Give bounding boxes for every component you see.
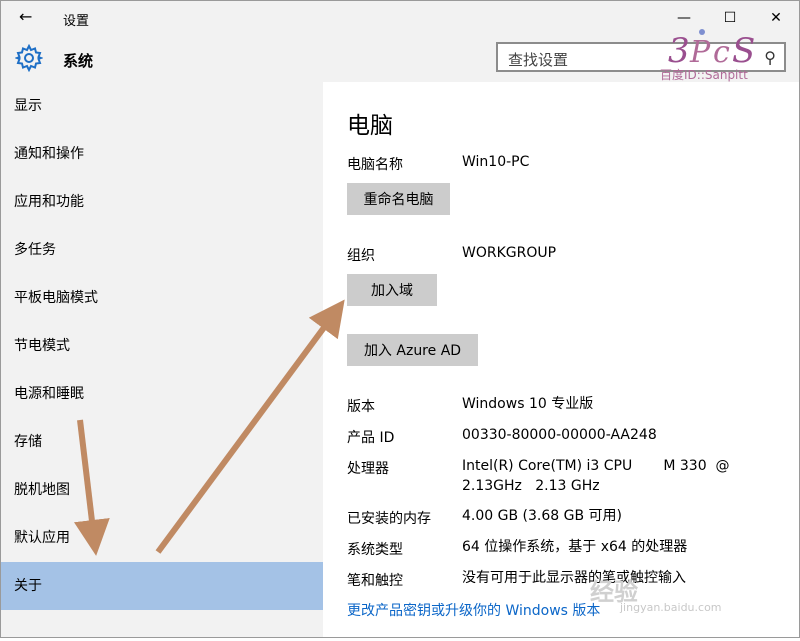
settings-window: ← 设置 — ☐ ✕ 系统 查找设置 ⚲ 显示 通知和操作 应用和功能 多任务 …: [0, 0, 800, 638]
sidebar-item-label: 关于: [14, 578, 42, 594]
sidebar-item-label: 脱机地图: [14, 482, 70, 498]
sidebar-item-default-apps[interactable]: 默认应用: [1, 514, 323, 562]
system-type-label: 系统类型: [347, 542, 403, 558]
sidebar-item-about[interactable]: 关于: [1, 562, 323, 610]
watermark-url: jingyan.baidu.com: [620, 601, 722, 614]
sidebar-item-apps[interactable]: 应用和功能: [1, 178, 323, 226]
sidebar-item-multitasking[interactable]: 多任务: [1, 226, 323, 274]
processor-value-line2: 2.13GHz 2.13 GHz: [462, 478, 600, 494]
pen-touch-label: 笔和触控: [347, 573, 403, 589]
sidebar-item-label: 平板电脑模式: [14, 290, 98, 306]
product-id-label: 产品 ID: [347, 430, 395, 446]
pc-name-value: Win10-PC: [462, 154, 530, 170]
sidebar-item-storage[interactable]: 存储: [1, 418, 323, 466]
section-title: 系统: [63, 52, 94, 70]
sidebar-item-label: 存储: [14, 434, 42, 450]
org-label: 组织: [347, 248, 375, 264]
sidebar-item-battery-saver[interactable]: 节电模式: [1, 322, 323, 370]
system-type-value: 64 位操作系统，基于 x64 的处理器: [462, 539, 688, 555]
sidebar-item-power-sleep[interactable]: 电源和睡眠: [1, 370, 323, 418]
sidebar-item-tablet-mode[interactable]: 平板电脑模式: [1, 274, 323, 322]
change-product-key-link[interactable]: 更改产品密钥或升级你的 Windows 版本: [347, 600, 600, 620]
processor-value-line1: Intel(R) Core(TM) i3 CPU M 330 @: [462, 458, 730, 474]
join-azure-ad-button[interactable]: 加入 Azure AD: [347, 334, 478, 366]
rename-pc-button[interactable]: 重命名电脑: [347, 183, 450, 215]
pen-touch-value: 没有可用于此显示器的笔或触控输入: [462, 570, 686, 586]
sidebar-item-label: 默认应用: [14, 530, 70, 546]
search-placeholder: 查找设置: [508, 51, 569, 69]
sidebar-item-label: 多任务: [14, 242, 56, 258]
sidebar-item-label: 电源和睡眠: [14, 386, 84, 402]
ram-value: 4.00 GB (3.68 GB 可用): [462, 508, 622, 524]
sidebar-item-notifications[interactable]: 通知和操作: [1, 130, 323, 178]
back-arrow-icon[interactable]: ←: [19, 7, 32, 26]
window-title: 设置: [63, 14, 90, 29]
watermark-user-id: 百度ID::Sanpitt: [660, 68, 748, 82]
about-panel: 电脑 电脑名称 Win10-PC 重命名电脑 组织 WORKGROUP 加入域 …: [323, 82, 799, 637]
page-title: 电脑: [347, 113, 393, 139]
edition-label: 版本: [347, 399, 375, 415]
svg-text:S: S: [732, 31, 755, 71]
org-value: WORKGROUP: [462, 245, 557, 261]
svg-text:3: 3: [668, 31, 690, 71]
processor-label: 处理器: [347, 461, 389, 477]
edition-value: Windows 10 专业版: [462, 396, 594, 412]
pc-name-label: 电脑名称: [347, 157, 403, 173]
sidebar-item-label: 节电模式: [14, 338, 70, 354]
sidebar-item-label: 应用和功能: [14, 194, 84, 210]
svg-text:P: P: [689, 35, 711, 70]
sidebar-item-label: 通知和操作: [14, 146, 84, 162]
sidebar: 显示 通知和操作 应用和功能 多任务 平板电脑模式 节电模式 电源和睡眠 存储 …: [1, 82, 323, 637]
join-domain-button[interactable]: 加入域: [347, 274, 437, 306]
svg-text:c: c: [713, 35, 730, 70]
product-id-value: 00330-80000-00000-AA248: [462, 427, 657, 443]
sidebar-item-label: 显示: [14, 98, 42, 114]
ram-label: 已安装的内存: [347, 511, 431, 527]
sidebar-item-offline-maps[interactable]: 脱机地图: [1, 466, 323, 514]
gear-icon: [15, 44, 43, 72]
sidebar-item-display[interactable]: 显示: [1, 82, 323, 130]
